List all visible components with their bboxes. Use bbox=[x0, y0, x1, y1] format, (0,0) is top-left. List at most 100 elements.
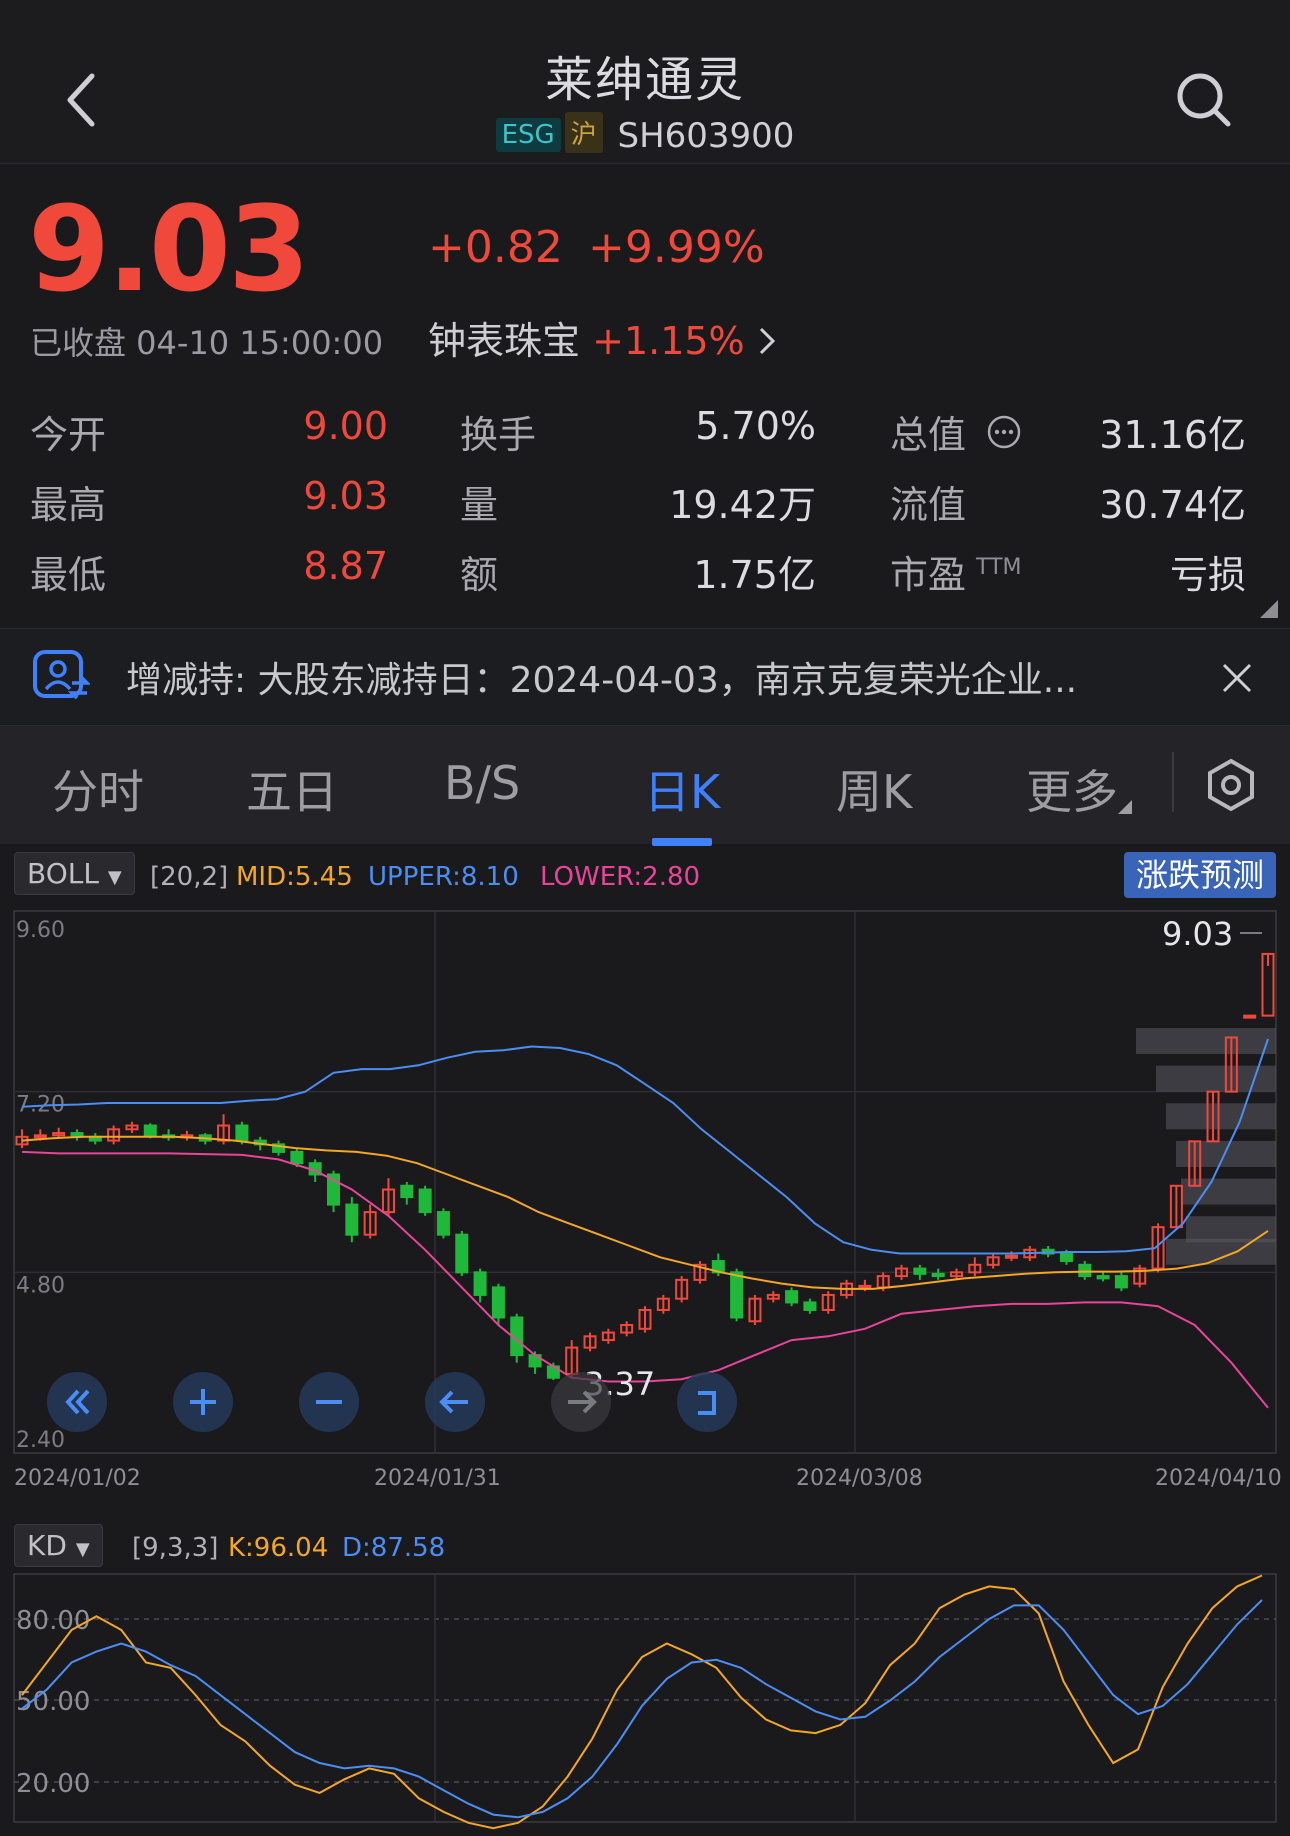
x-tick-label: 2024/03/08 bbox=[796, 1466, 923, 1491]
stat-label-amount: 额 bbox=[460, 553, 499, 597]
candle-body bbox=[803, 1301, 817, 1311]
boll-mid: MID:5.45 bbox=[236, 862, 353, 892]
stat-value-amount: 1.75亿 bbox=[693, 553, 816, 597]
y-tick-label: 9.60 bbox=[16, 918, 65, 943]
x-tick-label: 2024/01/02 bbox=[14, 1466, 141, 1491]
notice-text: 增减持: 大股东减持日：2024-04-03，南京克复荣光企业... bbox=[126, 660, 1078, 701]
kd-frame bbox=[13, 1573, 1277, 1823]
stat-value-high: 9.03 bbox=[303, 474, 388, 518]
stat-label-turnover: 换手 bbox=[460, 413, 537, 457]
sector-link[interactable]: 钟表珠宝 +1.15% bbox=[428, 310, 777, 365]
volume-profile-bar bbox=[1176, 1140, 1276, 1167]
candle-body bbox=[400, 1184, 414, 1199]
kd-y-tick-label: 50.00 bbox=[16, 1687, 90, 1717]
candle-body bbox=[418, 1188, 432, 1214]
candle-body bbox=[858, 1284, 872, 1289]
stock-code: SH603900 bbox=[617, 116, 795, 156]
tab-bs[interactable]: B/S bbox=[444, 756, 520, 810]
candle-body bbox=[1096, 1275, 1110, 1280]
high-price-label: 9.03 bbox=[1162, 915, 1233, 953]
zoom-out-icon[interactable] bbox=[298, 1371, 360, 1433]
kd-params: [9,3,3] bbox=[132, 1533, 219, 1563]
candle-body bbox=[345, 1203, 359, 1236]
pan-right-icon[interactable] bbox=[550, 1371, 612, 1433]
info-more-icon[interactable] bbox=[986, 414, 1022, 450]
stat-value-low: 8.87 bbox=[303, 544, 388, 588]
kd-selector[interactable]: KD ▼ bbox=[14, 1524, 103, 1567]
tab-five-day[interactable]: 五日 bbox=[246, 756, 338, 822]
boll-upper: UPPER:8.10 bbox=[368, 862, 519, 892]
esg-badge[interactable]: ESG bbox=[495, 118, 561, 152]
candle-body bbox=[473, 1271, 487, 1296]
current-price: 9.03 bbox=[28, 180, 310, 318]
candle-body bbox=[931, 1272, 945, 1278]
tab-divider bbox=[1172, 752, 1174, 812]
tab-intraday[interactable]: 分时 bbox=[52, 756, 144, 822]
more-corner-icon bbox=[1118, 800, 1132, 814]
candle-body bbox=[436, 1211, 450, 1236]
latest-icon[interactable] bbox=[676, 1371, 738, 1433]
chevron-right-icon bbox=[759, 327, 775, 355]
kd-chart[interactable]: 80.00 50.00 20.00 bbox=[0, 1572, 1290, 1836]
x-tick-label: 2024/01/31 bbox=[374, 1466, 501, 1491]
top-bar: 莱绅通灵 ESG 沪 SH603900 bbox=[0, 0, 1290, 164]
stat-label-pe: 市盈 TTM bbox=[890, 553, 1022, 597]
sector-name: 钟表珠宝 bbox=[428, 319, 581, 363]
predict-button[interactable]: 涨跌预测 bbox=[1124, 852, 1276, 898]
rewind-icon[interactable] bbox=[46, 1371, 108, 1433]
candle-body bbox=[455, 1233, 469, 1274]
candle-body bbox=[143, 1124, 157, 1137]
candle-body bbox=[785, 1290, 799, 1304]
stat-label-open: 今开 bbox=[30, 413, 107, 457]
sector-pct: +1.15% bbox=[592, 319, 745, 363]
candle-body bbox=[33, 1134, 47, 1139]
zoom-in-icon[interactable] bbox=[172, 1371, 234, 1433]
candle-body bbox=[1059, 1252, 1073, 1263]
candle-body bbox=[235, 1124, 249, 1142]
search-icon[interactable] bbox=[1176, 72, 1232, 128]
price-change-pct: +9.99% bbox=[588, 222, 765, 273]
chart-tabs: 分时 五日 B/S 日K 周K 更多 bbox=[0, 726, 1290, 844]
boll-upper-line bbox=[21, 1038, 1269, 1255]
market-status: 已收盘 04-10 15:00:00 bbox=[30, 324, 384, 362]
notice-banner[interactable]: 增减持: 大股东减持日：2024-04-03，南京克复荣光企业... bbox=[0, 628, 1290, 726]
active-tab-underline bbox=[652, 838, 712, 846]
candle-body bbox=[730, 1271, 744, 1319]
tab-daily-k[interactable]: 日K bbox=[644, 756, 720, 822]
kd-y-tick-label: 80.00 bbox=[16, 1606, 90, 1636]
pan-left-icon[interactable] bbox=[424, 1371, 486, 1433]
boll-selector[interactable]: BOLL ▼ bbox=[14, 852, 135, 895]
candle-body bbox=[1004, 1254, 1018, 1259]
stat-label-market-cap: 总值 bbox=[890, 413, 967, 457]
candle-body bbox=[1243, 1014, 1257, 1019]
chart-controls bbox=[46, 1371, 1290, 1433]
stat-label-low: 最低 bbox=[30, 553, 107, 597]
volume-profile-bar bbox=[1136, 1028, 1276, 1055]
market-badge: 沪 bbox=[564, 112, 603, 153]
expand-corner-icon[interactable] bbox=[1260, 600, 1278, 618]
ttm-label: TTM bbox=[976, 555, 1022, 581]
stat-label-float-cap: 流值 bbox=[890, 483, 967, 527]
price-change: +0.82 bbox=[428, 222, 563, 273]
stock-name: 莱绅通灵 bbox=[544, 52, 745, 108]
close-icon[interactable] bbox=[1222, 663, 1252, 693]
candle-body bbox=[491, 1286, 505, 1319]
stat-value-market-cap: 31.16亿 bbox=[1099, 413, 1246, 457]
settings-icon[interactable] bbox=[1206, 758, 1256, 812]
stat-value-turnover: 5.70% bbox=[695, 404, 816, 448]
stat-label-high: 最高 bbox=[30, 483, 107, 527]
stat-value-float-cap: 30.74亿 bbox=[1099, 483, 1246, 527]
boll-lower: LOWER:2.80 bbox=[540, 862, 701, 892]
kd-d-value: D:87.58 bbox=[342, 1533, 446, 1563]
tab-more[interactable]: 更多 bbox=[1026, 756, 1132, 822]
candle-body bbox=[1078, 1263, 1092, 1278]
x-tick-label: 2024/04/10 bbox=[1155, 1466, 1282, 1491]
volume-profile-bar bbox=[1166, 1103, 1276, 1130]
tab-weekly-k[interactable]: 周K bbox=[836, 756, 912, 822]
y-tick-label: 4.80 bbox=[16, 1273, 65, 1298]
kd-k-line bbox=[21, 1574, 1263, 1830]
stat-label-volume: 量 bbox=[460, 483, 499, 527]
stat-value-open: 9.00 bbox=[303, 404, 388, 448]
boll-params: [20,2] bbox=[150, 862, 229, 892]
volume-profile-bar bbox=[1186, 1216, 1276, 1243]
